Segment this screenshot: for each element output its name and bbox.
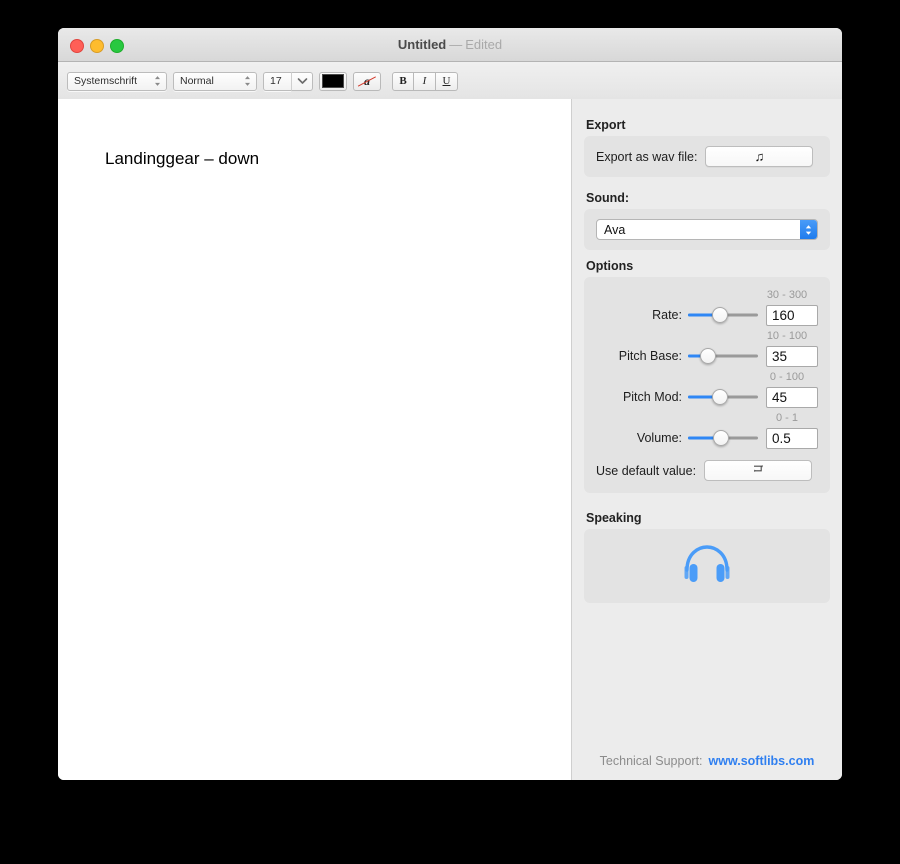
font-size-dropdown-button[interactable] xyxy=(291,71,313,91)
export-wav-label: Export as wav file: xyxy=(596,149,698,164)
export-wav-button[interactable]: ♫ xyxy=(705,146,814,167)
support-label: Technical Support: xyxy=(599,754,703,768)
export-group-box: Export as wav file: ♫ xyxy=(584,136,830,177)
chevron-updown-icon xyxy=(243,75,252,88)
text-style-button-group: B I U xyxy=(392,71,458,91)
option-slider-line: Rate: 160 xyxy=(596,302,818,328)
speaking-section-title: Speaking xyxy=(586,511,642,525)
option-range-label: 10 - 100 xyxy=(766,330,808,342)
option-label: Pitch Mod: xyxy=(622,390,682,404)
option-label: Rate: xyxy=(652,308,682,322)
document-text: Landinggear – down xyxy=(105,149,260,168)
option-range-label: 0 - 1 xyxy=(775,412,798,424)
underline-button[interactable]: U xyxy=(436,71,458,91)
option-label: Volume: xyxy=(636,431,682,445)
option-range-label: 30 - 300 xyxy=(766,289,808,301)
option-slider[interactable] xyxy=(688,307,758,323)
font-style-select[interactable]: Normal xyxy=(173,71,257,91)
slider-thumb[interactable] xyxy=(711,389,728,405)
title-separator: — xyxy=(449,37,463,52)
speaking-group-box[interactable] xyxy=(584,529,830,603)
chevron-updown-icon xyxy=(800,220,817,239)
options-group-box: 30 - 300 Rate: 160 10 - 100 Pitch Base: 35 0 -… xyxy=(584,277,830,493)
use-default-button[interactable] xyxy=(704,460,813,481)
option-slider-line: Pitch Mod: 45 xyxy=(596,384,818,410)
export-section-title: Export xyxy=(586,118,626,132)
color-swatch xyxy=(322,74,344,88)
option-value-input[interactable]: 35 xyxy=(766,345,818,367)
inspector-sidebar: Export Export as wav file: ♫ Sound: Ava xyxy=(571,99,842,780)
headphones-icon[interactable] xyxy=(679,540,735,593)
edited-badge: Edited xyxy=(465,37,503,52)
bold-button[interactable]: B xyxy=(392,71,414,91)
clear-formatting-button[interactable]: a xyxy=(353,71,381,91)
maximize-button[interactable] xyxy=(110,39,124,53)
option-value-input[interactable]: 160 xyxy=(766,304,818,326)
option-rows: 30 - 300 Rate: 160 10 - 100 Pitch Base: 35 0 -… xyxy=(596,289,818,451)
minimize-button[interactable] xyxy=(90,39,104,53)
window-title: Untitled — Edited xyxy=(58,28,842,61)
window-title-text: Untitled xyxy=(397,37,447,52)
voice-select-value: Ava xyxy=(604,222,626,237)
option-slider[interactable] xyxy=(688,430,758,446)
option-value-input[interactable]: 45 xyxy=(766,386,818,408)
use-default-row: Use default value: xyxy=(596,460,818,481)
option-slider-line: Volume: 0.5 xyxy=(596,425,818,451)
font-size-control: 17 xyxy=(263,71,313,91)
option-row: 10 - 100 Pitch Base: 35 xyxy=(596,330,818,369)
close-button[interactable] xyxy=(70,39,84,53)
text-color-well[interactable] xyxy=(319,71,347,91)
option-row: 0 - 100 Pitch Mod: 45 xyxy=(596,371,818,410)
option-slider-line: Pitch Base: 35 xyxy=(596,343,818,369)
font-size-value: 17 xyxy=(270,75,282,87)
sound-section: Sound: Ava xyxy=(572,191,842,250)
export-section: Export Export as wav file: ♫ xyxy=(572,118,842,177)
option-value-input[interactable]: 0.5 xyxy=(766,427,818,449)
music-note-icon: ♫ xyxy=(754,149,765,164)
option-slider[interactable] xyxy=(688,348,758,364)
option-label: Pitch Base: xyxy=(618,349,682,363)
document-text-area[interactable]: Landinggear – down xyxy=(58,99,571,780)
option-row: 0 - 1 Volume: 0.5 xyxy=(596,412,818,451)
option-row: 30 - 300 Rate: 160 xyxy=(596,289,818,328)
reset-loop-icon xyxy=(752,462,765,480)
options-section: Options 30 - 300 Rate: 160 10 - 100 Pitch Ba… xyxy=(572,259,842,493)
export-wav-row: Export as wav file: ♫ xyxy=(596,146,818,167)
chevron-down-icon xyxy=(297,72,308,90)
font-style-value: Normal xyxy=(180,75,214,87)
slider-thumb[interactable] xyxy=(699,348,716,364)
option-slider[interactable] xyxy=(688,389,758,405)
chevron-updown-icon xyxy=(153,75,162,88)
sound-section-title: Sound: xyxy=(586,191,630,205)
window-body: Landinggear – down Export Export as wav … xyxy=(58,99,842,780)
slider-thumb[interactable] xyxy=(712,430,729,446)
options-section-title: Options xyxy=(586,259,634,273)
support-link[interactable]: www.softlibs.com xyxy=(709,754,815,768)
font-family-select[interactable]: Systemschrift xyxy=(67,71,167,91)
format-toolbar: Systemschrift Normal 17 a xyxy=(58,62,842,100)
window-titlebar: Untitled — Edited xyxy=(58,28,842,62)
option-range-label: 0 - 100 xyxy=(769,371,805,383)
italic-button[interactable]: I xyxy=(414,71,436,91)
font-size-input[interactable]: 17 xyxy=(263,71,291,91)
slider-thumb[interactable] xyxy=(711,307,728,323)
use-default-label: Use default value: xyxy=(596,463,697,478)
support-footer: Technical Support: www.softlibs.com xyxy=(572,754,842,768)
app-window: Untitled — Edited Systemschrift Normal 17 xyxy=(58,28,842,780)
font-family-value: Systemschrift xyxy=(74,75,138,87)
speaking-section: Speaking xyxy=(572,511,842,603)
sound-group-box: Ava xyxy=(584,209,830,250)
voice-select[interactable]: Ava xyxy=(596,219,818,240)
